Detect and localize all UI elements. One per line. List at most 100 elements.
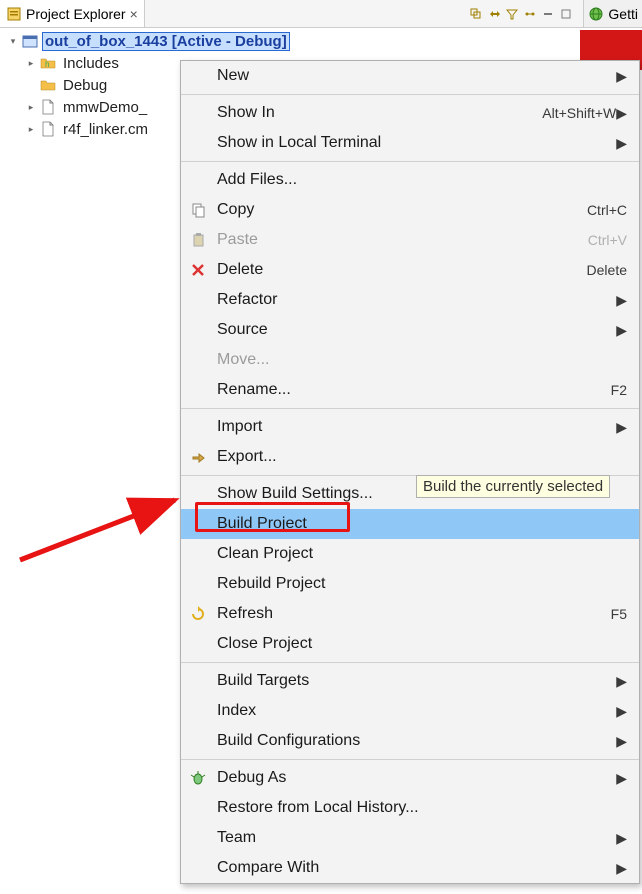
getting-started-tab[interactable]: Getti bbox=[583, 0, 642, 27]
menu-item-show-in[interactable]: Show InAlt+Shift+W▶ bbox=[181, 98, 639, 128]
blank-icon bbox=[189, 171, 207, 189]
blank-icon bbox=[189, 515, 207, 533]
menu-item-close-project[interactable]: Close Project bbox=[181, 629, 639, 659]
menu-item-index[interactable]: Index▶ bbox=[181, 696, 639, 726]
tree-item-label: r4f_linker.cm bbox=[61, 121, 150, 138]
menu-item-label: New bbox=[217, 67, 616, 85]
submenu-arrow-icon: ▶ bbox=[616, 830, 627, 847]
menu-item-add-files[interactable]: Add Files... bbox=[181, 165, 639, 195]
expand-toggle-icon[interactable]: ▸ bbox=[24, 122, 38, 136]
expand-toggle-icon[interactable] bbox=[24, 78, 38, 92]
menu-item-export[interactable]: Export... bbox=[181, 442, 639, 472]
paste-icon bbox=[189, 231, 207, 249]
collapse-toggle-icon[interactable]: ▾ bbox=[6, 34, 20, 48]
menu-item-label: Build Configurations bbox=[217, 732, 616, 750]
blank-icon bbox=[189, 418, 207, 436]
menu-item-rebuild-project[interactable]: Rebuild Project bbox=[181, 569, 639, 599]
debug-icon bbox=[189, 769, 207, 787]
menu-item-copy[interactable]: CopyCtrl+C bbox=[181, 195, 639, 225]
menu-item-show-in-local-terminal[interactable]: Show in Local Terminal▶ bbox=[181, 128, 639, 158]
menu-item-label: Show In bbox=[217, 104, 542, 122]
submenu-arrow-icon: ▶ bbox=[616, 860, 627, 877]
menu-item-import[interactable]: Import▶ bbox=[181, 412, 639, 442]
tree-item-label: Includes bbox=[61, 55, 121, 72]
menu-item-move: Move... bbox=[181, 345, 639, 375]
includes-icon: h bbox=[40, 55, 56, 71]
menu-item-refresh[interactable]: RefreshF5 bbox=[181, 599, 639, 629]
menu-item-label: Delete bbox=[217, 261, 587, 279]
menu-item-clean-project[interactable]: Clean Project bbox=[181, 539, 639, 569]
filter-icon[interactable] bbox=[505, 7, 519, 21]
menu-item-label: Import bbox=[217, 418, 616, 436]
submenu-arrow-icon: ▶ bbox=[616, 703, 627, 720]
shortcut-label: Alt+Shift+W bbox=[542, 105, 616, 121]
tooltip-text: Build the currently selected bbox=[423, 478, 603, 495]
submenu-arrow-icon: ▶ bbox=[616, 733, 627, 750]
link-editor-icon[interactable] bbox=[487, 7, 501, 21]
project-icon bbox=[22, 33, 38, 49]
menu-item-paste: PasteCtrl+V bbox=[181, 225, 639, 255]
menu-item-label: Build Targets bbox=[217, 672, 616, 690]
submenu-arrow-icon: ▶ bbox=[616, 135, 627, 152]
menu-item-build-configurations[interactable]: Build Configurations▶ bbox=[181, 726, 639, 756]
menu-item-label: Close Project bbox=[217, 635, 627, 653]
menu-item-label: Clean Project bbox=[217, 545, 627, 563]
file-icon bbox=[40, 121, 56, 137]
tree-root-project[interactable]: ▾ out_of_box_1443 [Active - Debug] bbox=[4, 30, 638, 52]
blank-icon bbox=[189, 351, 207, 369]
blank-icon bbox=[189, 799, 207, 817]
delete-icon bbox=[189, 261, 207, 279]
globe-icon bbox=[588, 6, 604, 22]
tree-item-label: mmwDemo_ bbox=[61, 99, 149, 116]
getting-started-label: Getti bbox=[608, 6, 638, 22]
menu-item-label: Compare With bbox=[217, 859, 616, 877]
svg-text:h: h bbox=[45, 60, 49, 69]
menu-item-label: Refresh bbox=[217, 605, 611, 623]
menu-item-team[interactable]: Team▶ bbox=[181, 823, 639, 853]
shortcut-label: F2 bbox=[611, 382, 627, 398]
view-toolbar bbox=[469, 7, 577, 21]
menu-item-rename[interactable]: Rename...F2 bbox=[181, 375, 639, 405]
blank-icon bbox=[189, 702, 207, 720]
submenu-arrow-icon: ▶ bbox=[616, 322, 627, 339]
blank-icon bbox=[189, 635, 207, 653]
menu-item-label: Add Files... bbox=[217, 171, 627, 189]
focus-icon[interactable] bbox=[523, 7, 537, 21]
menu-item-refactor[interactable]: Refactor▶ bbox=[181, 285, 639, 315]
menu-item-build-project[interactable]: Build Project bbox=[181, 509, 639, 539]
menu-item-restore-from-local-history[interactable]: Restore from Local History... bbox=[181, 793, 639, 823]
blank-icon bbox=[189, 732, 207, 750]
menu-item-compare-with[interactable]: Compare With▶ bbox=[181, 853, 639, 883]
expand-toggle-icon[interactable]: ▸ bbox=[24, 56, 38, 70]
menu-item-label: Debug As bbox=[217, 769, 616, 787]
tooltip: Build the currently selected bbox=[416, 475, 610, 498]
tree-root-label: out_of_box_1443 [Active - Debug] bbox=[43, 33, 289, 50]
close-icon[interactable]: × bbox=[130, 6, 138, 22]
menu-item-delete[interactable]: DeleteDelete bbox=[181, 255, 639, 285]
expand-toggle-icon[interactable]: ▸ bbox=[24, 100, 38, 114]
menu-separator bbox=[181, 408, 639, 409]
blank-icon bbox=[189, 291, 207, 309]
blank-icon bbox=[189, 672, 207, 690]
menu-item-source[interactable]: Source▶ bbox=[181, 315, 639, 345]
menu-separator bbox=[181, 161, 639, 162]
menu-item-label: Restore from Local History... bbox=[217, 799, 627, 817]
menu-item-new[interactable]: New▶ bbox=[181, 61, 639, 91]
menu-separator bbox=[181, 662, 639, 663]
shortcut-label: Delete bbox=[587, 262, 627, 278]
menu-item-build-targets[interactable]: Build Targets▶ bbox=[181, 666, 639, 696]
maximize-icon[interactable] bbox=[559, 7, 573, 21]
project-explorer-tab[interactable]: Project Explorer × bbox=[0, 0, 145, 27]
minimize-icon[interactable] bbox=[541, 7, 555, 21]
blank-icon bbox=[189, 485, 207, 503]
annotation-arrow bbox=[0, 430, 200, 570]
export-icon bbox=[189, 448, 207, 466]
menu-item-label: Rename... bbox=[217, 381, 611, 399]
menu-separator bbox=[181, 94, 639, 95]
menu-separator bbox=[181, 759, 639, 760]
shortcut-label: Ctrl+C bbox=[587, 202, 627, 218]
menu-item-label: Rebuild Project bbox=[217, 575, 627, 593]
menu-item-debug-as[interactable]: Debug As▶ bbox=[181, 763, 639, 793]
collapse-all-icon[interactable] bbox=[469, 7, 483, 21]
menu-item-label: Refactor bbox=[217, 291, 616, 309]
